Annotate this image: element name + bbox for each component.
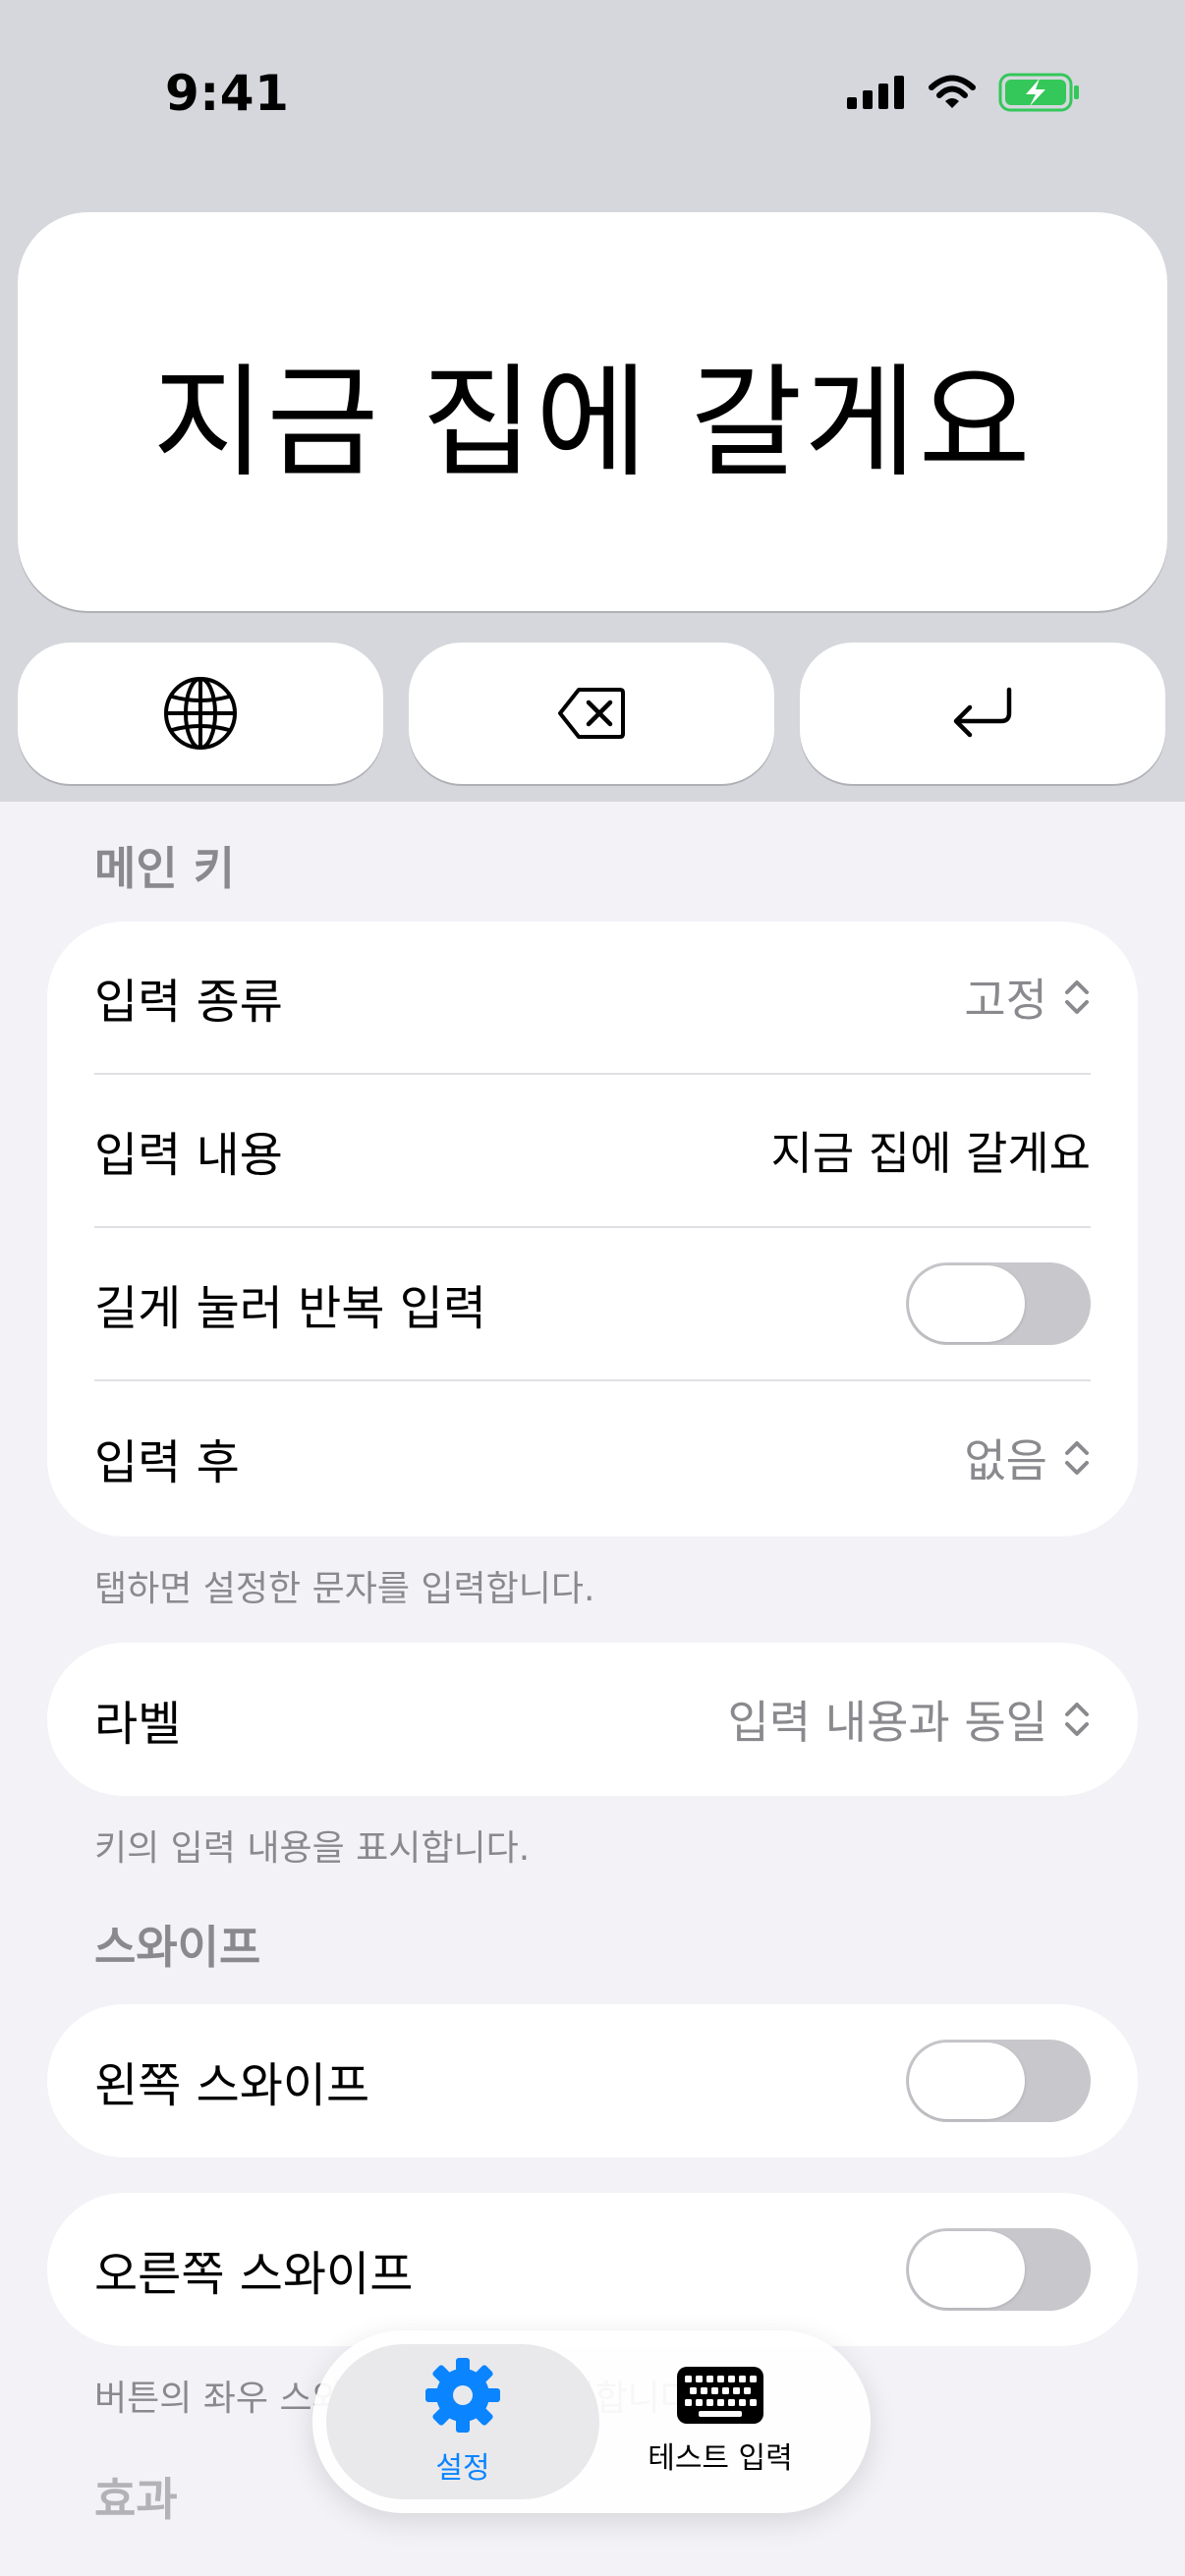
label-picker[interactable]: 입력 내용과 동일	[728, 1687, 1091, 1752]
repeat-input-row: 길게 눌러 반복 입력	[94, 1228, 1091, 1379]
main-key[interactable]: 지금 집에 갈게요	[18, 212, 1167, 611]
label-label: 라벨	[94, 1697, 182, 1752]
globe-icon	[164, 677, 237, 750]
input-content-value[interactable]: 지금 집에 갈게요	[771, 1118, 1091, 1183]
swipe-section-title: 스와이프	[94, 1921, 261, 1974]
left-swipe-card: 왼쪽 스와이프	[47, 2004, 1138, 2157]
label-value: 입력 내용과 동일	[727, 1696, 1047, 1749]
input-type-label: 입력 종류	[94, 975, 283, 1030]
input-content-row[interactable]: 입력 내용 지금 집에 갈게요	[94, 1075, 1091, 1226]
chevron-up-down-icon	[1065, 1703, 1089, 1736]
chevron-up-down-icon	[1065, 1441, 1089, 1475]
left-swipe-label: 왼쪽 스와이프	[94, 2058, 370, 2113]
tab-test-input-label: 테스트 입력	[648, 2441, 793, 2476]
after-input-row[interactable]: 입력 후 없음	[94, 1381, 1091, 1535]
chevron-up-down-icon	[1065, 980, 1089, 1014]
battery-charging-icon	[998, 73, 1079, 112]
right-swipe-row: 오른쪽 스와이프	[94, 2193, 1091, 2346]
label-footnote: 키의 입력 내용을 표시합니다.	[94, 1828, 531, 1869]
wifi-icon	[929, 75, 976, 108]
input-content-label: 입력 내용	[94, 1128, 283, 1183]
tab-settings[interactable]: 설정	[330, 2330, 595, 2513]
input-type-row[interactable]: 입력 종류 고정	[94, 922, 1091, 1073]
delete-backward-icon	[558, 688, 625, 739]
right-swipe-toggle[interactable]	[906, 2228, 1091, 2311]
effects-section-title: 효과	[94, 2473, 178, 2526]
delete-key[interactable]	[409, 643, 774, 784]
after-input-picker[interactable]: 없음	[964, 1426, 1091, 1490]
tab-bar: 설정 테스트 입력	[312, 2330, 871, 2513]
keyboard-icon	[677, 2367, 763, 2424]
after-input-value: 없음	[964, 1434, 1047, 1487]
right-swipe-card: 오른쪽 스와이프	[47, 2193, 1138, 2346]
main-key-footnote: 탭하면 설정한 문자를 입력합니다.	[94, 1569, 595, 1609]
main-key-section-title: 메인 키	[94, 842, 235, 895]
return-icon	[953, 687, 1012, 738]
return-key[interactable]	[800, 643, 1165, 784]
right-swipe-label: 오른쪽 스와이프	[94, 2247, 414, 2302]
tab-settings-label: 설정	[435, 2451, 490, 2486]
tab-test-input[interactable]: 테스트 입력	[588, 2330, 853, 2513]
globe-key[interactable]	[18, 643, 383, 784]
input-type-value: 고정	[964, 974, 1047, 1027]
input-type-picker[interactable]: 고정	[964, 965, 1091, 1030]
status-icons	[847, 73, 1081, 112]
after-input-label: 입력 후	[94, 1435, 240, 1490]
repeat-input-label: 길게 눌러 반복 입력	[94, 1281, 487, 1336]
main-key-label: 지금 집에 갈게요	[152, 353, 1033, 494]
repeat-input-toggle[interactable]	[906, 1262, 1091, 1345]
left-swipe-toggle[interactable]	[906, 2040, 1091, 2122]
status-time: 9:41	[165, 65, 290, 122]
cellular-signal-icon	[847, 76, 904, 109]
gear-icon	[425, 2358, 500, 2433]
label-row[interactable]: 라벨 입력 내용과 동일	[94, 1643, 1091, 1796]
label-settings-card: 라벨 입력 내용과 동일	[47, 1643, 1138, 1796]
left-swipe-row: 왼쪽 스와이프	[94, 2004, 1091, 2157]
main-key-settings-card: 입력 종류 고정 입력 내용 지금 집에 갈게요 길게 눌러 반복 입력 입력 …	[47, 922, 1138, 1537]
